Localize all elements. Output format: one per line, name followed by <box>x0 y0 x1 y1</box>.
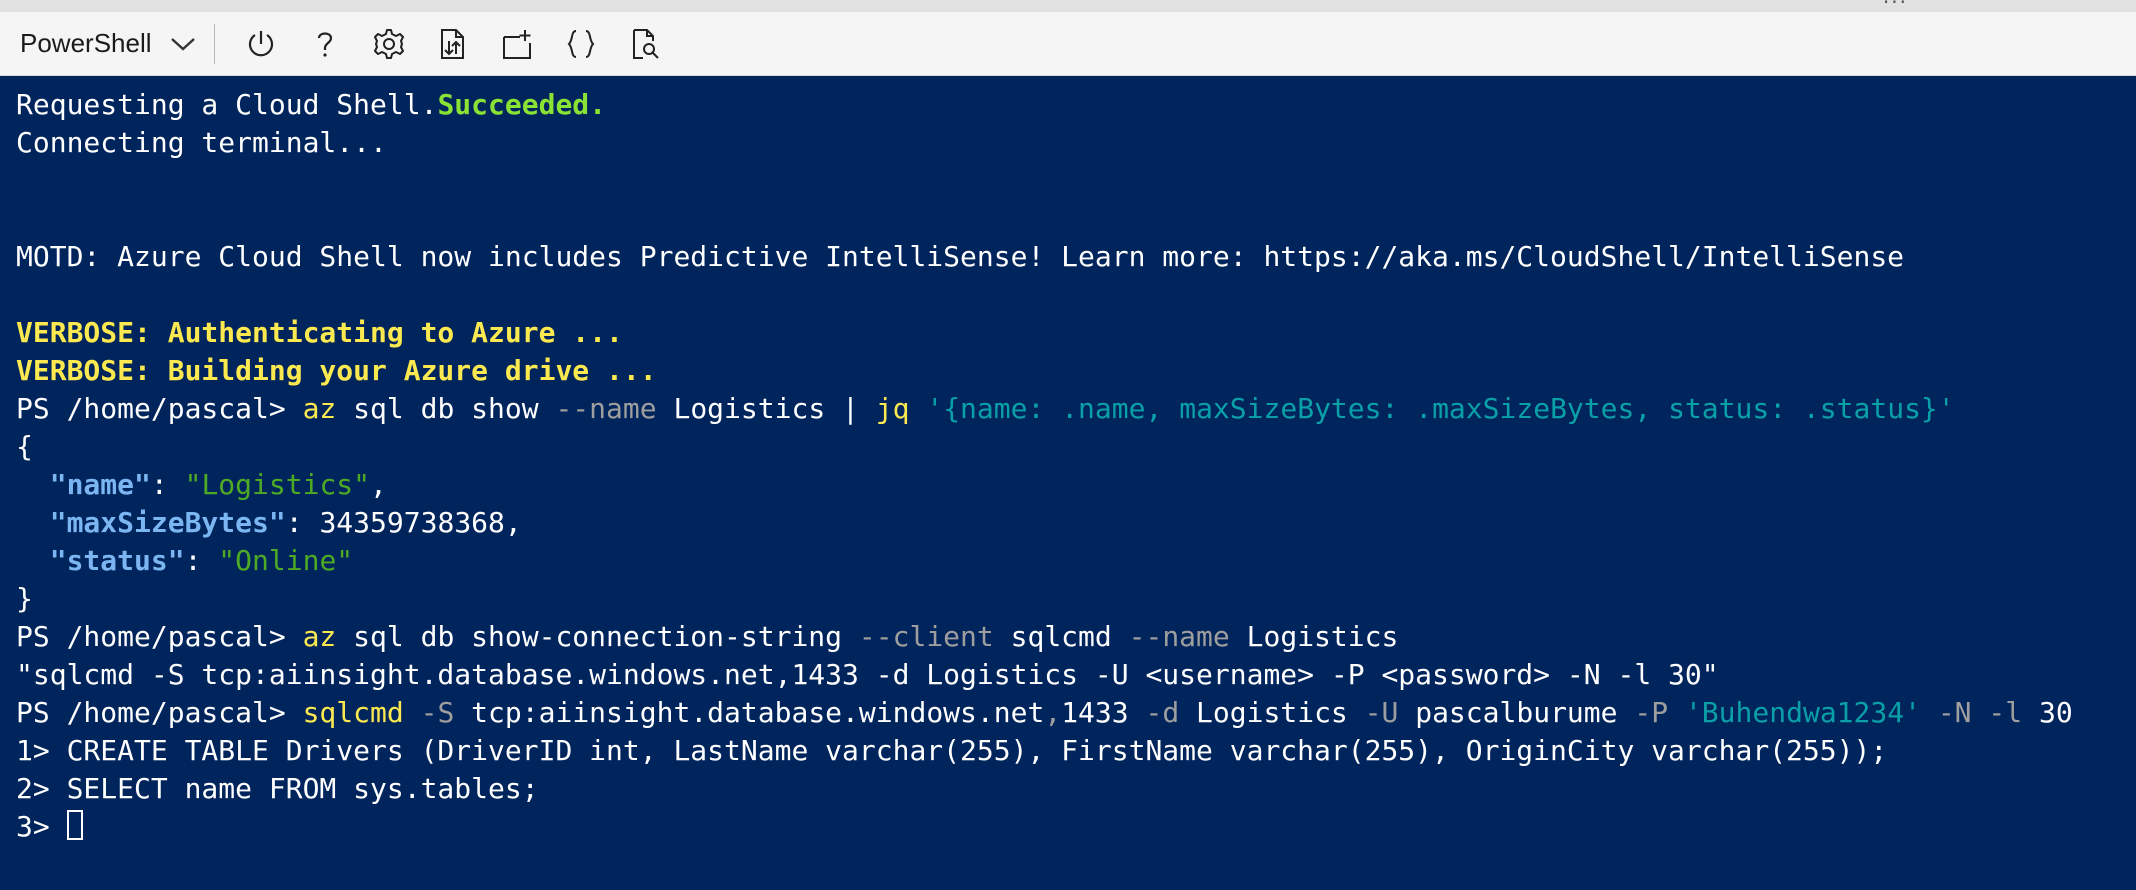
command-args: tcp:aiinsight.database.windows.net <box>454 696 1045 729</box>
json-key: "maxSizeBytes" <box>49 506 286 539</box>
command-comma: , <box>1044 696 1062 729</box>
gear-icon <box>373 28 404 59</box>
new-session-icon <box>502 29 531 59</box>
json-colon: : <box>285 506 320 539</box>
terminal-line: Requesting a Cloud Shell.Succeeded. <box>16 86 2136 124</box>
web-preview-icon <box>632 28 659 59</box>
command-name: jq <box>875 392 910 425</box>
json-colon: : <box>150 468 185 501</box>
text-cursor <box>66 810 83 840</box>
output-line: "sqlcmd -S tcp:aiinsight.database.window… <box>16 658 1719 691</box>
command-args: sqlcmd <box>993 620 1129 653</box>
json-line: "maxSizeBytes": 34359738368, <box>16 504 2136 542</box>
prompt: PS /home/pascal> <box>16 392 303 425</box>
status-text: Requesting a Cloud Shell. <box>16 88 438 121</box>
json-line: "status": "Online" <box>16 542 2136 580</box>
terminal-line: Connecting terminal... <box>16 126 387 159</box>
json-comma: , <box>504 506 522 539</box>
web-preview-button[interactable] <box>613 16 677 72</box>
json-key: "name" <box>49 468 151 501</box>
motd-line: MOTD: Azure Cloud Shell now includes Pre… <box>16 240 1905 273</box>
sql-line: 2> SELECT name FROM sys.tables; <box>16 772 539 805</box>
question-icon <box>317 31 332 57</box>
upload-download-button[interactable] <box>421 16 485 72</box>
command-param: --name <box>1128 620 1230 653</box>
command-param: -S <box>420 696 455 729</box>
toolbar-divider <box>213 23 215 64</box>
string-literal: '{name: .name, maxSizeBytes: .maxSizeByt… <box>926 392 1955 425</box>
help-button[interactable] <box>293 16 357 72</box>
file-transfer-icon <box>440 28 464 59</box>
command-line: PS /home/pascal> az sql db show --name L… <box>16 390 2136 428</box>
restart-button[interactable] <box>229 16 293 72</box>
command-param: -P <box>1634 696 1669 729</box>
json-comma: , <box>370 468 387 501</box>
json-value: "Online" <box>218 544 354 577</box>
command-args: sql db show <box>336 392 556 425</box>
verbose-line: VERBOSE: Building your Azure drive ... <box>16 354 657 387</box>
settings-button[interactable] <box>357 16 421 72</box>
cloud-shell-toolbar: PowerShell <box>0 12 2136 76</box>
new-session-button[interactable] <box>485 16 549 72</box>
prompt: PS /home/pascal> <box>16 696 303 729</box>
command-args: Logistics <box>1179 696 1365 729</box>
json-value: "Logistics" <box>184 468 371 501</box>
command-param: -d <box>1145 696 1180 729</box>
braces-icon <box>567 29 594 58</box>
chevron-down-icon <box>170 36 196 52</box>
command-args: 1433 <box>1061 696 1146 729</box>
editor-button[interactable] <box>549 16 613 72</box>
success-text: Succeeded. <box>437 88 607 121</box>
sql-line: 1> CREATE TABLE Drivers (DriverID int, L… <box>16 734 1888 767</box>
terminal-output[interactable]: Requesting a Cloud Shell.Succeeded. Conn… <box>0 76 2136 890</box>
command-args: pascalburume <box>1398 696 1635 729</box>
command-param: --name <box>555 392 657 425</box>
command-name: sqlcmd <box>302 696 404 729</box>
json-line: "name": "Logistics", <box>16 466 2136 504</box>
json-colon: : <box>184 544 219 577</box>
sql-input-line[interactable]: 3> <box>16 808 2136 846</box>
shell-type-dropdown[interactable]: PowerShell <box>0 12 214 75</box>
command-line: PS /home/pascal> az sql db show-connecti… <box>16 618 2136 656</box>
command-args: Logistics <box>1229 620 1399 653</box>
verbose-line: VERBOSE: Authenticating to Azure ... <box>16 316 623 349</box>
window-top-strip: ··· <box>0 0 2136 14</box>
command-args: 30 <box>2022 696 2073 729</box>
string-literal: 'Buhendwa1234' <box>1684 696 1921 729</box>
command-param: -l <box>1988 696 2023 729</box>
sql-prompt: 3> <box>16 810 67 843</box>
power-icon <box>248 30 273 56</box>
prompt: PS /home/pascal> <box>16 620 303 653</box>
command-name: az <box>302 392 337 425</box>
command-param: -N <box>1937 696 1972 729</box>
shell-type-label: PowerShell <box>20 28 152 58</box>
command-param: -U <box>1364 696 1399 729</box>
command-param: --client <box>858 620 994 653</box>
command-line: PS /home/pascal> sqlcmd -S tcp:aiinsight… <box>16 694 2136 732</box>
json-brace: } <box>16 582 33 615</box>
json-brace: { <box>16 430 33 463</box>
command-args: sql db show-connection-string <box>336 620 859 653</box>
json-value: 34359738368 <box>319 506 505 539</box>
command-name: az <box>302 620 337 653</box>
json-key: "status" <box>49 544 185 577</box>
command-args: Logistics | <box>656 392 876 425</box>
